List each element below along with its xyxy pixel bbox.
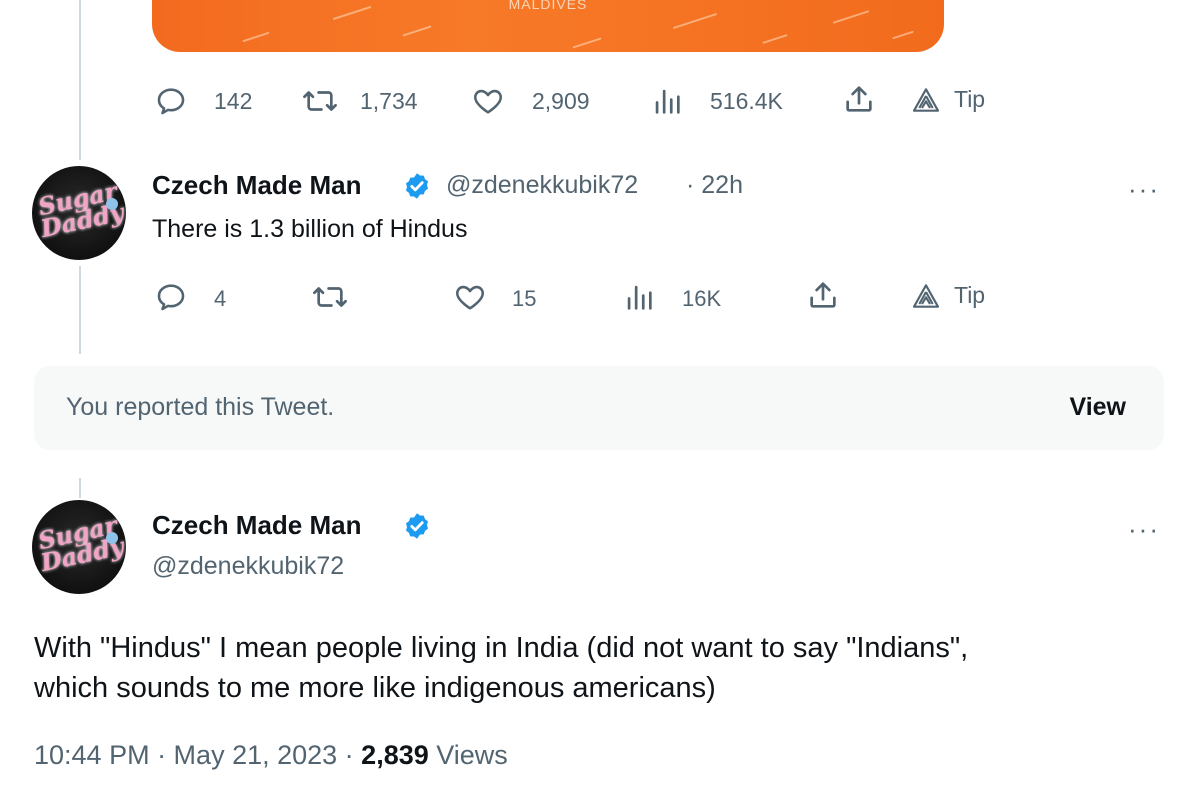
- reported-message: You reported this Tweet.: [66, 393, 335, 421]
- avatar-logo: Sugar Daddy: [35, 510, 126, 578]
- like-button[interactable]: 2,909: [470, 84, 590, 118]
- retweet-button[interactable]: 1,734: [300, 84, 418, 118]
- reply-button[interactable]: 142: [154, 84, 252, 118]
- views-count: 2,839: [361, 740, 429, 770]
- avatar[interactable]: Sugar Daddy: [32, 166, 126, 260]
- like-icon: [456, 285, 484, 310]
- display-name[interactable]: Czech Made Man: [152, 510, 362, 541]
- tip-button[interactable]: Tip: [910, 280, 985, 312]
- tweet-text: There is 1.3 billion of Hindus: [152, 215, 468, 243]
- tweet-meta: 10:44 PM · May 21, 2023 · 2,839 Views: [34, 740, 508, 771]
- tip-icon: [912, 88, 940, 112]
- reply-tweet-actions: 4 15 16K Tip: [0, 276, 1193, 316]
- views-count: 516.4K: [710, 88, 783, 114]
- views-button[interactable]: 16K: [622, 280, 721, 314]
- reply-icon: [157, 284, 185, 311]
- media-caption: MALDIVES: [508, 0, 588, 12]
- retweet-count: 1,734: [360, 88, 418, 114]
- user-handle[interactable]: @zdenekkubik72: [446, 171, 638, 200]
- views-button[interactable]: 516.4K: [650, 84, 783, 118]
- tweet-text-line: which sounds to me more like indigenous …: [34, 672, 716, 704]
- tip-icon: [912, 284, 940, 308]
- views-icon: [655, 89, 680, 114]
- avatar-logo: Sugar Daddy: [35, 176, 126, 244]
- like-count: 2,909: [532, 88, 590, 114]
- tweet-text-line: With "Hindus" I mean people living in In…: [34, 632, 969, 664]
- tweet-text: With "Hindus" I mean people living in In…: [34, 628, 1174, 708]
- views-label: Views: [436, 740, 508, 770]
- reply-count: 142: [214, 88, 253, 114]
- verified-badge-icon: [406, 513, 428, 539]
- tip-button[interactable]: Tip: [910, 84, 985, 116]
- retweet-icon: [303, 91, 337, 111]
- tip-label: Tip: [954, 282, 986, 308]
- share-button[interactable]: [806, 278, 840, 312]
- reported-tweet-notice: You reported this Tweet. View: [34, 366, 1164, 450]
- reply-button[interactable]: 4: [154, 280, 226, 314]
- like-icon: [474, 89, 502, 114]
- retweet-icon: [313, 287, 347, 307]
- more-icon[interactable]: ···: [1128, 516, 1160, 542]
- top-tweet-actions: 142 1,734 2,909 516.4K Tip: [0, 80, 1193, 120]
- more-icon[interactable]: ···: [1128, 176, 1160, 202]
- reply-count: 4: [214, 286, 227, 311]
- tip-label: Tip: [954, 86, 986, 112]
- views-icon: [627, 285, 652, 310]
- tweet-timestamp[interactable]: 10:44 PM · May 21, 2023 ·: [34, 740, 361, 770]
- view-button[interactable]: View: [1069, 393, 1126, 422]
- share-icon: [810, 282, 836, 308]
- tweet-thread: MALDIVES 142 1,734 2,909 516.4K Tip Suga…: [0, 0, 1193, 810]
- like-count: 15: [512, 286, 537, 311]
- tweet-time[interactable]: · 22h: [686, 171, 743, 200]
- like-button[interactable]: 15: [452, 280, 536, 314]
- reply-icon: [157, 88, 185, 115]
- display-name[interactable]: Czech Made Man: [152, 170, 362, 201]
- views-count: 16K: [682, 286, 722, 311]
- user-handle[interactable]: @zdenekkubik72: [152, 552, 344, 581]
- share-icon: [846, 86, 872, 112]
- share-button[interactable]: [842, 82, 876, 116]
- thread-connector: [79, 478, 81, 498]
- retweet-button[interactable]: [310, 280, 350, 314]
- avatar[interactable]: Sugar Daddy: [32, 500, 126, 594]
- verified-badge-icon: [406, 173, 428, 199]
- media-image[interactable]: MALDIVES: [152, 0, 944, 52]
